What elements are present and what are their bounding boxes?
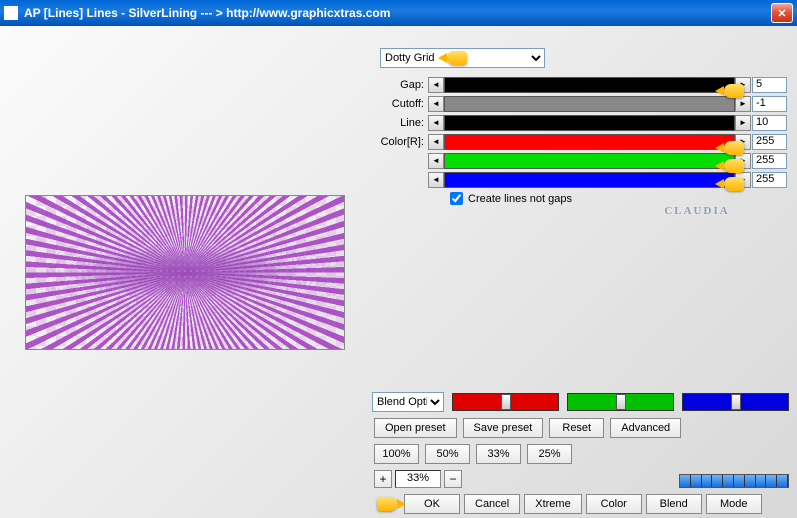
preview-image [25, 195, 345, 350]
colorR-inc[interactable]: ► [735, 134, 751, 150]
zoom-100-button[interactable]: 100% [374, 444, 419, 464]
colorG-track[interactable] [444, 153, 735, 169]
zoom-plus-button[interactable]: + [374, 470, 392, 488]
reset-button[interactable]: Reset [549, 418, 604, 438]
ok-button[interactable]: OK [404, 494, 460, 514]
mode-button[interactable]: Mode [706, 494, 762, 514]
colorR-dec[interactable]: ◄ [428, 134, 444, 150]
cutoff-track[interactable] [444, 96, 735, 112]
colorG-value[interactable]: 255 [752, 153, 787, 169]
close-button[interactable]: ✕ [771, 3, 793, 23]
cancel-button[interactable]: Cancel [464, 494, 520, 514]
window-title: AP [Lines] Lines - SilverLining --- > ht… [24, 6, 771, 20]
zoom-25-button[interactable]: 25% [527, 444, 572, 464]
open-preset-button[interactable]: Open preset [374, 418, 457, 438]
titlebar: AP [Lines] Lines - SilverLining --- > ht… [0, 0, 797, 26]
gap-track[interactable] [444, 77, 735, 93]
line-label: Line: [378, 117, 428, 129]
colorG-inc[interactable]: ► [735, 153, 751, 169]
colorB-slider-row: ◄ ► 255 [378, 171, 787, 188]
create-lines-checkbox[interactable] [450, 192, 463, 205]
cutoff-label: Cutoff: [378, 98, 428, 110]
blend-green-slider[interactable] [567, 393, 674, 411]
colorB-value[interactable]: 255 [752, 172, 787, 188]
cutoff-dec[interactable]: ◄ [428, 96, 444, 112]
blend-sliders-row: Blend Options [372, 392, 789, 412]
gap-inc[interactable]: ► [735, 77, 751, 93]
bottom-controls: Blend Options Open preset Save preset Re… [370, 392, 789, 518]
colorR-value[interactable]: 255 [752, 134, 787, 150]
gap-dec[interactable]: ◄ [428, 77, 444, 93]
colorR-label: Color[R]: [378, 136, 428, 148]
colorB-track[interactable] [444, 172, 735, 188]
colorG-slider-row: ◄ ► 255 [378, 152, 787, 169]
line-inc[interactable]: ► [735, 115, 751, 131]
zoom-minus-button[interactable]: − [444, 470, 462, 488]
colorB-dec[interactable]: ◄ [428, 172, 444, 188]
blend-options-dropdown[interactable]: Blend Options [372, 392, 444, 412]
gap-slider-row: Gap: ◄ ► 5 [378, 76, 787, 93]
gap-value[interactable]: 5 [752, 77, 787, 93]
zoom-value[interactable]: 33% [395, 470, 441, 488]
colorB-inc[interactable]: ► [735, 172, 751, 188]
line-slider-row: Line: ◄ ► 10 [378, 114, 787, 131]
cutoff-value[interactable]: -1 [752, 96, 787, 112]
preset-dropdown[interactable]: Dotty Grid [380, 48, 545, 68]
colorG-dec[interactable]: ◄ [428, 153, 444, 169]
blend-red-slider[interactable] [452, 393, 559, 411]
progress-bar [679, 474, 789, 488]
color-button[interactable]: Color [586, 494, 642, 514]
blend-blue-slider[interactable] [682, 393, 789, 411]
line-value[interactable]: 10 [752, 115, 787, 131]
cutoff-inc[interactable]: ► [735, 96, 751, 112]
action-buttons-row: OK Cancel Xtreme Color Blend Mode [404, 494, 789, 514]
zoom-33-button[interactable]: 33% [476, 444, 521, 464]
cutoff-slider-row: Cutoff: ◄ ► -1 [378, 95, 787, 112]
create-lines-label: Create lines not gaps [468, 193, 572, 205]
line-dec[interactable]: ◄ [428, 115, 444, 131]
advanced-button[interactable]: Advanced [610, 418, 681, 438]
pointer-icon [372, 494, 404, 514]
preset-buttons-row: Open preset Save preset Reset Advanced [374, 418, 789, 438]
controls-panel: Dotty Grid Gap: ◄ ► 5 Cutoff: ◄ ► -1 Lin… [370, 26, 797, 518]
xtreme-button[interactable]: Xtreme [524, 494, 581, 514]
app-icon [4, 6, 18, 20]
zoom-50-button[interactable]: 50% [425, 444, 470, 464]
preset-row: Dotty Grid [380, 48, 787, 68]
colorR-track[interactable] [444, 134, 735, 150]
main-area: Dotty Grid Gap: ◄ ► 5 Cutoff: ◄ ► -1 Lin… [0, 26, 797, 518]
colorR-slider-row: Color[R]: ◄ ► 255 [378, 133, 787, 150]
line-track[interactable] [444, 115, 735, 131]
blend-button[interactable]: Blend [646, 494, 702, 514]
watermark: CLAUDIA [657, 191, 737, 231]
preview-panel [0, 26, 370, 518]
gap-label: Gap: [378, 79, 428, 91]
save-preset-button[interactable]: Save preset [463, 418, 544, 438]
zoom-preset-row: 100% 50% 33% 25% [374, 444, 789, 464]
